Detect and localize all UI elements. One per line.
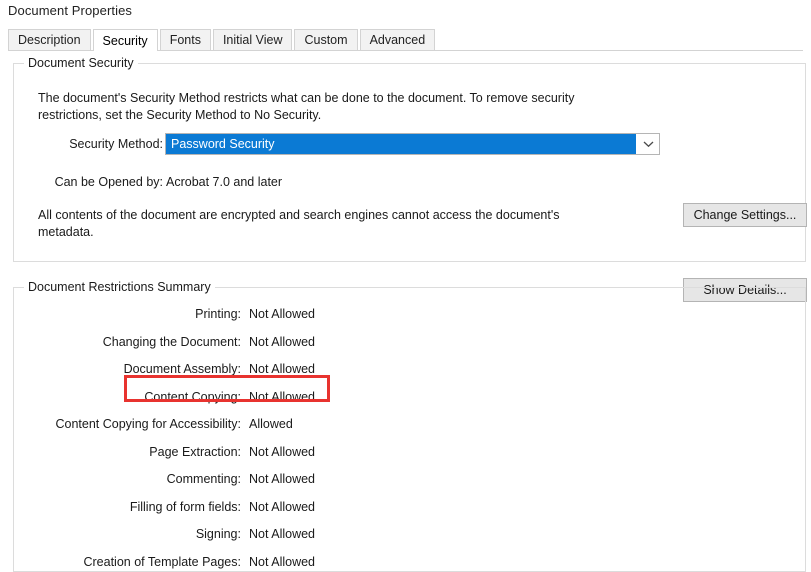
- restriction-label: Commenting:: [166, 472, 241, 486]
- restriction-value: Not Allowed: [249, 362, 316, 376]
- restriction-row: Content Copying for Accessibility: Allowe…: [13, 415, 806, 434]
- security-method-row: Security Method: Password Security Chang…: [13, 133, 807, 227]
- document-restrictions-group: Document Restrictions Summary Printing: N…: [13, 280, 806, 572]
- restriction-row: Filling of form fields: Not Allowed: [13, 498, 806, 517]
- restriction-row: Signing: Not Allowed: [13, 525, 806, 544]
- tab-description[interactable]: Description: [8, 29, 91, 50]
- can-be-opened-by-row: Can be Opened by: Acrobat 7.0 and later …: [13, 171, 807, 302]
- restriction-value: Not Allowed: [249, 499, 316, 514]
- document-security-body: The document's Security Method restricts…: [13, 63, 807, 302]
- restriction-value: Not Allowed: [249, 554, 316, 569]
- restriction-value: Not Allowed: [249, 444, 316, 459]
- restriction-row: Page Extraction: Not Allowed: [13, 443, 806, 462]
- security-method-selected-value: Password Security: [166, 134, 636, 154]
- tab-fonts[interactable]: Fonts: [159, 29, 211, 50]
- restriction-label: Page Extraction:: [149, 444, 241, 459]
- restriction-value: Not Allowed: [249, 527, 316, 541]
- restriction-label: Creation of Template Pages:: [83, 554, 241, 569]
- tab-strip: Description Security Fonts Initial View Cust…: [8, 29, 803, 51]
- tab-security[interactable]: Security: [92, 29, 158, 51]
- restriction-row: Creation of Template Pages: Not Allowed: [13, 553, 806, 572]
- restriction-value: Not Allowed: [249, 472, 316, 486]
- can-be-opened-by-value: Acrobat 7.0 and later: [166, 175, 283, 189]
- tab-custom[interactable]: Custom: [294, 29, 358, 50]
- restriction-label: Content Copying:: [144, 389, 241, 404]
- can-be-opened-by-label: Can be Opened by:: [54, 175, 163, 189]
- change-settings-button[interactable]: Change Settings...: [683, 203, 807, 227]
- restriction-value: Not Allowed: [249, 389, 316, 404]
- restriction-label: Changing the Document:: [102, 334, 241, 349]
- restriction-label: Filling of form fields:: [129, 499, 241, 514]
- security-method-label: Security Method:: [69, 137, 163, 151]
- restriction-row: Printing: Not Allowed: [13, 305, 806, 324]
- security-method-dropdown[interactable]: Password Security: [165, 133, 660, 155]
- restriction-label: Signing:: [195, 527, 241, 541]
- restriction-label: Printing:: [195, 307, 241, 321]
- document-restrictions-body: Printing: Not Allowed Changing the Documen…: [13, 287, 806, 572]
- tab-advanced[interactable]: Advanced: [359, 29, 436, 50]
- restriction-label: Document Assembly:: [123, 362, 241, 376]
- restriction-row: Content Copying: Not Allowed: [13, 388, 806, 407]
- page-title: Document Properties: [8, 3, 133, 18]
- tab-initial-view[interactable]: Initial View: [212, 29, 293, 50]
- restriction-row: Changing the Document: Not Allowed: [13, 333, 806, 352]
- security-encryption-note: All contents of the document are encrypt…: [38, 208, 560, 239]
- restriction-value: Not Allowed: [249, 334, 316, 349]
- restriction-row: Document Assembly: Not Allowed: [13, 360, 806, 379]
- restriction-label: Content Copying for Accessibility:: [55, 417, 241, 431]
- restriction-value: Not Allowed: [249, 307, 316, 321]
- document-security-group: Document Security The document's Securit…: [13, 56, 807, 302]
- restriction-value: Allowed: [249, 417, 293, 431]
- chevron-down-icon[interactable]: [636, 134, 659, 154]
- document-security-legend: Document Security: [24, 56, 138, 70]
- security-intro-text: The document's Security Method restricts…: [38, 91, 575, 122]
- restriction-row: Commenting: Not Allowed: [13, 470, 806, 489]
- document-restrictions-legend: Document Restrictions Summary: [24, 280, 215, 294]
